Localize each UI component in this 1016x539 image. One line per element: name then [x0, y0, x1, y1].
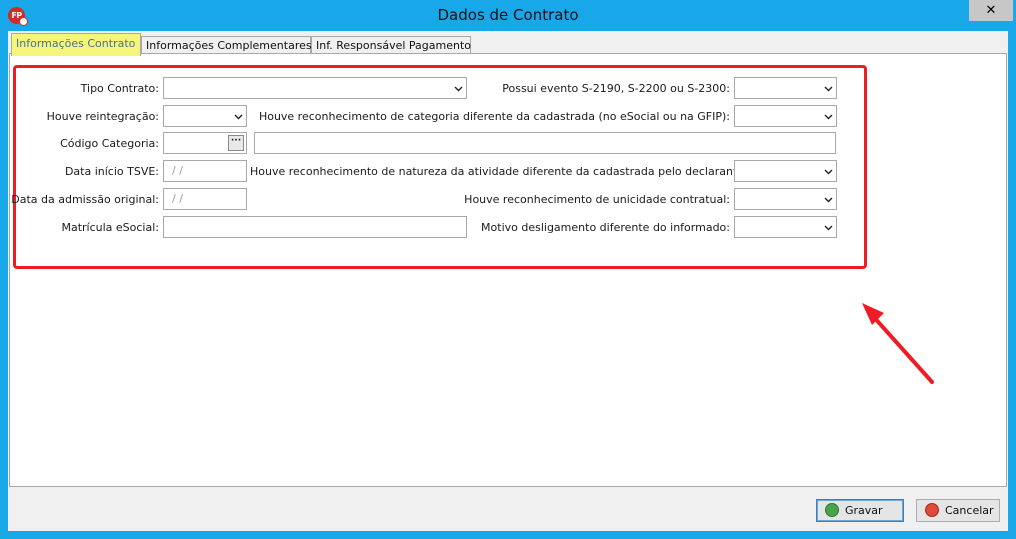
gravar-button[interactable]: Gravar [816, 499, 904, 522]
cancelar-button[interactable]: Cancelar [916, 499, 1000, 522]
dialog-window: FP Dados de Contrato ✕ Informações Contr… [0, 0, 1016, 539]
window-title: Dados de Contrato [437, 6, 579, 24]
tab-label: Informações Complementares [146, 39, 312, 52]
cancel-icon [925, 503, 939, 517]
tab-label: Inf. Responsável Pagamento [316, 39, 472, 52]
tab-informacoes-contrato[interactable]: Informações Contrato [11, 33, 141, 56]
red-arrow-annotation-icon [862, 303, 934, 384]
tab-panel-informacoes-contrato: Tipo Contrato: Houve reintegração: Códig… [9, 53, 1007, 487]
cancelar-label: Cancelar [945, 504, 994, 517]
check-icon [825, 503, 839, 517]
title-bar[interactable]: FP Dados de Contrato ✕ [0, 0, 1016, 31]
tab-label: Informações Contrato [16, 37, 136, 50]
close-button[interactable]: ✕ [969, 0, 1013, 21]
gravar-label: Gravar [845, 504, 883, 517]
dialog-body: Informações Contrato Informações Complem… [8, 31, 1008, 531]
